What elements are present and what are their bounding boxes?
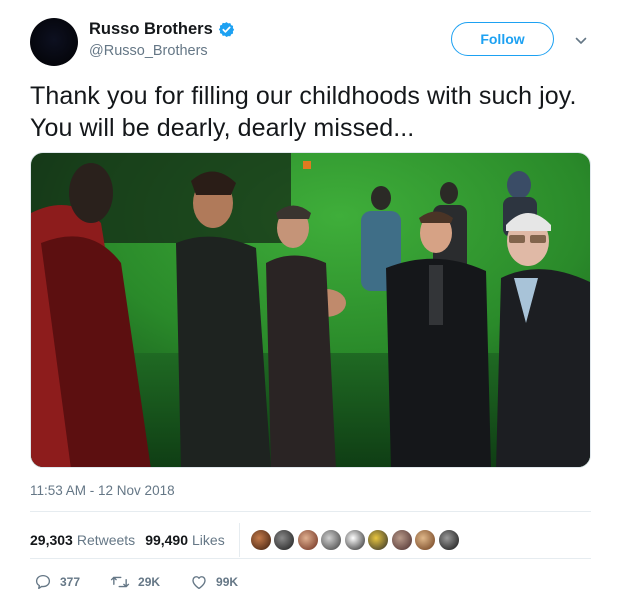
retweets-label[interactable]: Retweets <box>77 532 135 548</box>
user-name-row[interactable]: Russo Brothers <box>89 20 235 39</box>
tweet-timestamp[interactable]: 11:53 AM - 12 Nov 2018 <box>30 483 175 498</box>
retweet-action[interactable]: 29K <box>110 573 160 591</box>
likes-label[interactable]: Likes <box>192 532 225 548</box>
liker-avatar[interactable] <box>249 529 272 551</box>
divider <box>30 511 591 512</box>
tweet-actions: 377 29K 99K <box>34 573 268 591</box>
liker-avatars <box>249 529 462 551</box>
verified-badge-icon <box>218 21 235 38</box>
tweet-photo[interactable] <box>30 152 591 468</box>
retweet-icon[interactable] <box>110 573 130 591</box>
follow-button[interactable]: Follow <box>451 22 554 56</box>
reply-icon[interactable] <box>34 573 52 591</box>
liker-avatar[interactable] <box>273 529 296 551</box>
engagement-stats: 29,303 Retweets 99,490 Likes <box>30 523 461 557</box>
liker-avatar[interactable] <box>296 529 319 551</box>
liker-avatar[interactable] <box>390 529 413 551</box>
reply-action[interactable]: 377 <box>34 573 80 591</box>
user-handle[interactable]: @Russo_Brothers <box>89 43 208 59</box>
liker-avatar[interactable] <box>437 529 460 551</box>
like-action-count: 99K <box>216 575 239 589</box>
divider <box>30 558 591 559</box>
display-name[interactable]: Russo Brothers <box>89 20 213 39</box>
avatar[interactable] <box>30 18 78 66</box>
retweet-action-count: 29K <box>138 575 161 589</box>
like-action[interactable]: 99K <box>190 573 238 591</box>
stats-separator <box>238 523 240 557</box>
tweet-text: Thank you for filling our childhoods wit… <box>30 82 577 142</box>
retweet-count[interactable]: 29,303 <box>30 532 73 548</box>
chevron-down-icon[interactable] <box>575 33 587 44</box>
reply-count: 377 <box>60 575 81 589</box>
liker-avatar[interactable] <box>343 529 366 551</box>
liker-avatar[interactable] <box>320 529 343 551</box>
like-count[interactable]: 99,490 <box>145 532 188 548</box>
heart-icon[interactable] <box>190 573 208 591</box>
liker-avatar[interactable] <box>367 529 390 551</box>
liker-avatar[interactable] <box>414 529 437 551</box>
